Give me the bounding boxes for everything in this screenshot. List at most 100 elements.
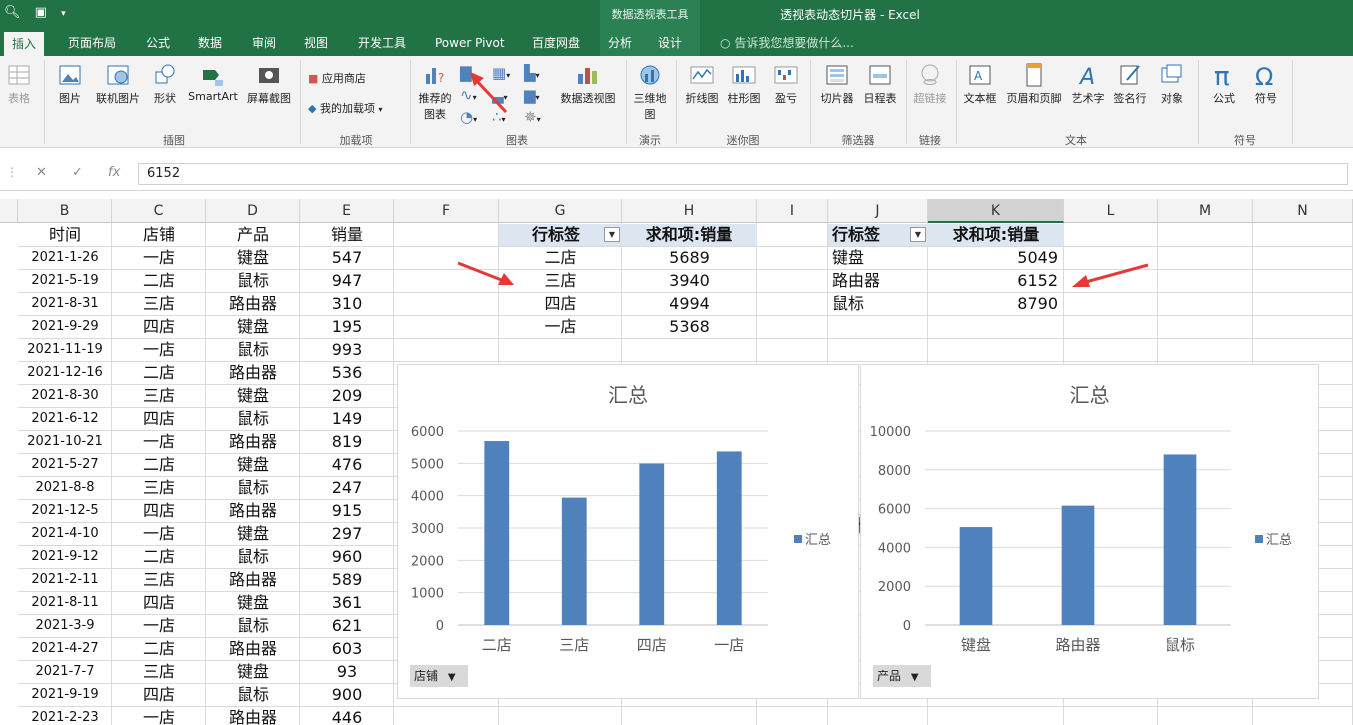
y-tick-label: 10000 (870, 425, 911, 440)
signature-line-button[interactable]: 签名行 (1110, 62, 1150, 106)
enter-icon[interactable]: ✓ (72, 165, 83, 180)
tab-power-pivot[interactable]: Power Pivot (427, 30, 513, 56)
pivot-chart-button[interactable]: 数据透视图 (556, 62, 620, 106)
symbol-button[interactable]: Ω 符号 (1246, 62, 1286, 106)
slicer-button[interactable]: 切片器 (816, 62, 858, 106)
chart1-field-button[interactable]: 店铺 ▼ (410, 665, 468, 687)
header-footer-button[interactable]: 页眉和页脚 (1002, 62, 1066, 106)
chart1-legend[interactable]: 汇总 (794, 529, 831, 548)
hyperlink-button[interactable]: 超链接 (910, 62, 950, 106)
table-header-cell: 店铺 (142, 225, 175, 244)
pictures-button[interactable]: 图片 (52, 62, 88, 106)
column-header-B[interactable]: B (18, 199, 112, 223)
table-cell: 2021-8-31 (31, 296, 99, 311)
column-header-K[interactable]: K (928, 199, 1064, 223)
table-cell: 三店 (142, 386, 175, 405)
column-header-F[interactable]: F (394, 199, 499, 223)
annotation-arrow-pivot1 (457, 261, 514, 285)
y-tick-label: 6000 (411, 425, 444, 440)
pivot-chart-store[interactable]: 汇总 0 1000 2000 3000 4000 5000 6000 二店 三店 四店 一店 汇总 … (397, 364, 859, 699)
column-header-C[interactable]: C (112, 199, 206, 223)
combo-chart-button[interactable]: ▆▾ (524, 86, 540, 104)
radar-chart-button[interactable]: ✵▾ (524, 108, 541, 126)
map-3d-button[interactable]: 三维地 图 (630, 62, 670, 122)
fx-icon[interactable]: fx (108, 165, 120, 180)
object-button[interactable]: 对象 (1152, 62, 1192, 106)
tell-me-box[interactable]: ○ 告诉我您想要做什么... (712, 30, 862, 56)
tab-developer[interactable]: 开发工具 (350, 30, 414, 56)
sparkline-winloss-button[interactable]: 盈亏 (768, 62, 804, 106)
pi-icon: π (1214, 62, 1230, 88)
svg-text:Ω: Ω (1255, 63, 1273, 88)
y-tick-label: 1000 (411, 587, 444, 602)
wordart-button[interactable]: A 艺术字 (1068, 62, 1108, 106)
smartart-button[interactable]: SmartArt (186, 62, 240, 103)
sheet-options-icon[interactable]: ⋮ (6, 165, 18, 179)
filter-dropdown-icon[interactable]: ▼ (910, 227, 926, 242)
x-tick-label: 路由器 (1055, 636, 1100, 654)
filter-dropdown-icon[interactable]: ▼ (604, 227, 620, 242)
camera-icon[interactable]: ▣ (35, 5, 47, 20)
customize-qat-icon[interactable]: ▾ (61, 9, 66, 19)
group-divider (1292, 60, 1293, 144)
table-cell: 路由器 (228, 363, 277, 382)
chart1-plot: 0 1000 2000 3000 4000 5000 6000 二店 三店 四店 一店 (411, 425, 768, 654)
select-all-corner[interactable] (0, 199, 18, 223)
table-cell: 2021-1-26 (31, 250, 99, 265)
tab-baidu-netdisk[interactable]: 百度网盘 (524, 30, 588, 56)
online-pictures-button[interactable]: 联机图片 (90, 62, 146, 106)
table-button[interactable]: 表格 (2, 62, 36, 106)
equation-button[interactable]: π 公式 (1204, 62, 1244, 106)
chart2-field-button[interactable]: 产品 ▼ (873, 665, 931, 687)
screenshot-button[interactable]: 屏幕截图 (242, 62, 296, 106)
tab-design[interactable]: 设计 (650, 30, 700, 56)
table-cell: 四店 (142, 317, 175, 336)
tab-review[interactable]: 审阅 (244, 30, 284, 56)
tab-page-layout[interactable]: 页面布局 (60, 30, 124, 56)
column-header-I[interactable]: I (757, 199, 828, 223)
table-cell: 一店 (142, 616, 175, 635)
recommended-charts-button[interactable]: ? 推荐的 图表 (414, 62, 456, 122)
sparkline-line-button[interactable]: 折线图 (682, 62, 722, 106)
column-header-L[interactable]: L (1064, 199, 1158, 223)
timeline-label: 日程表 (863, 92, 897, 105)
table-cell: 键盘 (236, 524, 269, 543)
my-addins-label: 我的加载项 (319, 102, 375, 115)
tab-view[interactable]: 视图 (296, 30, 336, 56)
y-tick-label: 2000 (878, 580, 911, 595)
store-button[interactable]: ■ 应用商店 (308, 70, 366, 86)
tab-data[interactable]: 数据 (190, 30, 230, 56)
column-header-M[interactable]: M (1158, 199, 1253, 223)
column-header-J[interactable]: J (828, 199, 928, 223)
timeline-button[interactable]: 日程表 (860, 62, 900, 106)
column-header-H[interactable]: H (622, 199, 757, 223)
table-cell: 鼠标 (236, 478, 269, 497)
svg-text:A: A (1078, 65, 1095, 88)
sparkline-column-button[interactable]: 柱形图 (724, 62, 764, 106)
textbox-button[interactable]: A 文本框 (960, 62, 1000, 106)
formula-input[interactable]: 6152 (138, 163, 1348, 185)
cancel-icon[interactable]: ✕ (36, 165, 47, 180)
chart2-legend[interactable]: 汇总 (1255, 529, 1292, 548)
table-cell: 209 (331, 386, 363, 405)
tab-analyze[interactable]: 分析 (600, 30, 650, 56)
search-icon[interactable]: 🔍︎ (4, 5, 21, 20)
store-icon: ■ (308, 72, 319, 85)
column-header-D[interactable]: D (206, 199, 300, 223)
column-header-N[interactable]: N (1253, 199, 1353, 223)
tab-insert[interactable]: 插入 (4, 32, 45, 56)
waterfall-chart-button[interactable]: ▙▾ (524, 64, 540, 82)
column-header-E[interactable]: E (300, 199, 394, 223)
table-cell: 476 (331, 455, 363, 474)
pivot-chart-product[interactable]: 汇总 0 2000 4000 6000 8000 10000 键盘 路由器 鼠标 汇总 产品 ▼ (860, 364, 1319, 699)
column-header-G[interactable]: G (499, 199, 622, 223)
tab-formulas[interactable]: 公式 (138, 30, 178, 56)
sparkline-column-icon (732, 66, 756, 84)
my-addins-button[interactable]: ◆ 我的加载项 ▾ (308, 100, 382, 116)
chevron-down-icon: ▼ (447, 672, 456, 683)
table-cell: 路由器 (228, 294, 277, 313)
shapes-button[interactable]: 形状 (148, 62, 182, 106)
slicer-icon (826, 65, 848, 85)
svg-text:π: π (1214, 62, 1230, 88)
worksheet-grid[interactable]: BCDEFGHIJKLMN 时间 店铺 产品 销量 2021-1-26 一店 键盘 547 20… (0, 199, 1353, 725)
